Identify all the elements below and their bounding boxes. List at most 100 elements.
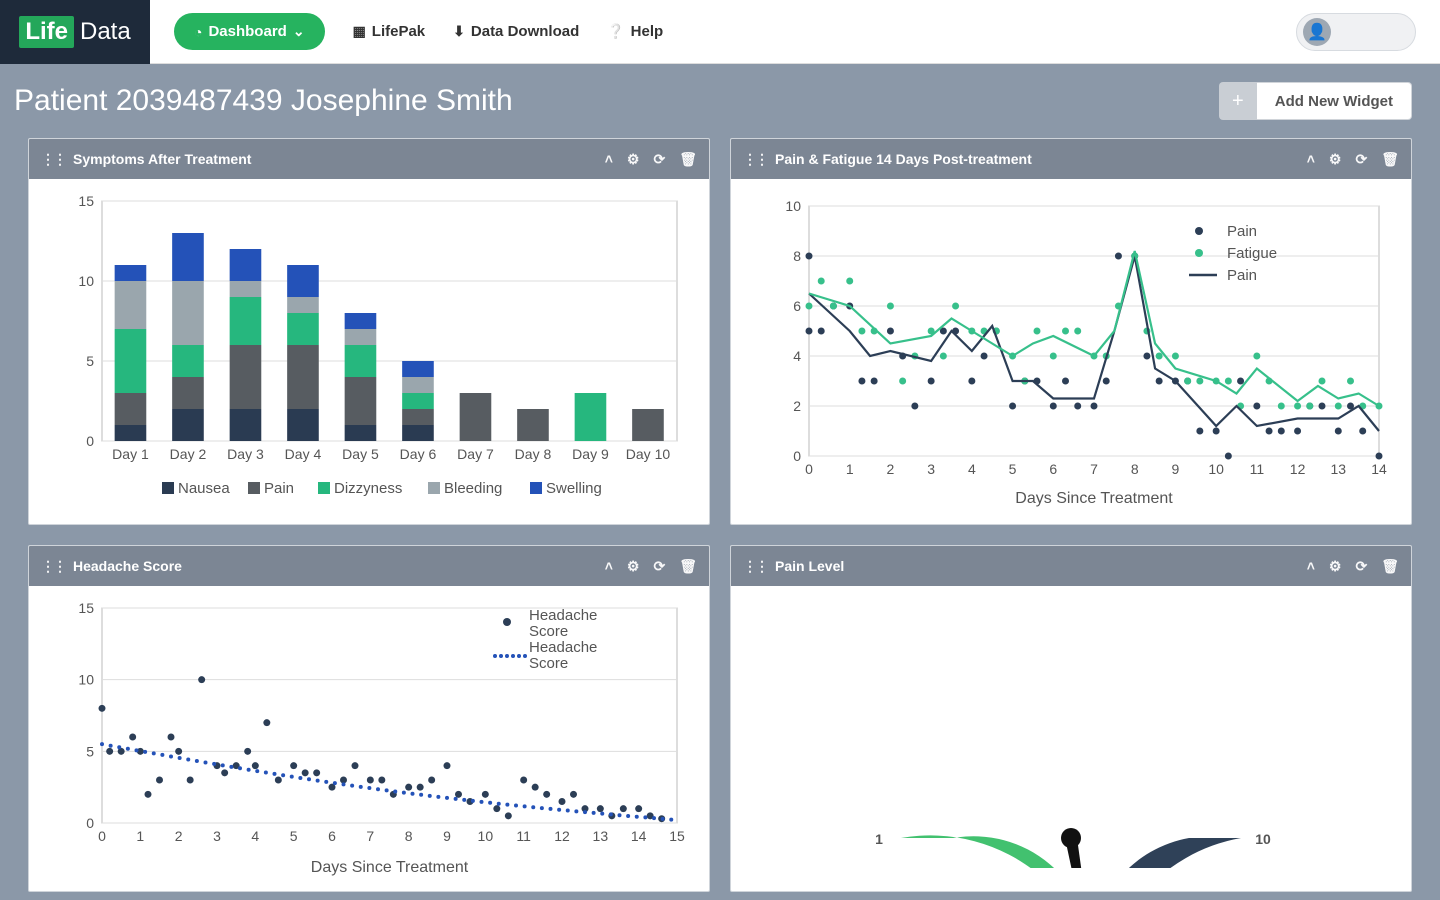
svg-text:Day 2: Day 2 [170,446,207,462]
grid-icon: ▦ [353,23,366,40]
gauge-icon: ◔ [194,24,202,40]
widget-title: Symptoms After Treatment [73,151,251,167]
svg-text:5: 5 [86,743,94,759]
svg-text:Fatigue: Fatigue [1227,245,1277,262]
svg-text:8: 8 [405,828,413,844]
pain-gauge: 12345678910 [811,598,1331,868]
nav-download[interactable]: ⬇ Data Download [453,23,579,40]
svg-text:Day 3: Day 3 [227,446,264,462]
widget-symptoms: ⋮⋮ Symptoms After Treatment ˄ ⚙ ⟳ 🗑 0510… [28,138,710,525]
widget-headache: ⋮⋮ Headache Score ˄ ⚙ ⟳ 🗑 05101501234567… [28,545,710,892]
svg-text:Headache: Headache [529,607,597,624]
svg-text:Day 4: Day 4 [285,446,322,462]
svg-text:3: 3 [927,461,935,477]
svg-text:Dizzyness: Dizzyness [334,480,402,497]
svg-text:15: 15 [78,600,94,616]
dashboard-button[interactable]: ◔ Dashboard ⌄ [174,13,325,50]
trash-icon[interactable]: 🗑 [1381,151,1399,168]
drag-handle-icon[interactable]: ⋮⋮ [743,558,767,575]
drag-handle-icon[interactable]: ⋮⋮ [743,151,767,168]
avatar-icon: 👤 [1303,18,1331,46]
refresh-icon[interactable]: ⟳ [1355,151,1367,168]
svg-text:10: 10 [78,273,94,289]
svg-text:2: 2 [887,461,895,477]
gear-icon[interactable]: ⚙ [627,558,640,575]
collapse-icon[interactable]: ˄ [1307,151,1315,167]
svg-text:0: 0 [86,433,94,449]
nav-help-label: Help [631,23,664,40]
gear-icon[interactable]: ⚙ [1329,151,1342,168]
collapse-icon[interactable]: ˄ [1307,558,1315,574]
svg-text:10: 10 [1208,461,1224,477]
page-header: Patient 2039487439 Josephine Smith + Add… [0,64,1440,138]
nav-download-label: Data Download [471,23,579,40]
nav-help[interactable]: ❔ Help [607,23,663,40]
svg-text:15: 15 [78,193,94,209]
svg-text:2: 2 [793,398,801,414]
svg-text:Pain: Pain [1227,267,1257,284]
refresh-icon[interactable]: ⟳ [653,558,665,575]
svg-text:1: 1 [136,828,144,844]
svg-text:Day 5: Day 5 [342,446,379,462]
svg-text:Pain: Pain [1227,223,1257,240]
svg-text:8: 8 [1131,461,1139,477]
svg-text:11: 11 [1250,461,1265,477]
svg-text:10: 10 [1255,831,1271,847]
svg-text:9: 9 [1172,461,1180,477]
svg-text:1: 1 [875,831,883,847]
svg-text:6: 6 [1049,461,1057,477]
page-title: Patient 2039487439 Josephine Smith [14,84,513,118]
svg-text:11: 11 [516,828,531,844]
top-nav: Life Data ◔ Dashboard ⌄ ▦ LifePak ⬇ Data… [0,0,1440,64]
widget-grid: ⋮⋮ Symptoms After Treatment ˄ ⚙ ⟳ 🗑 0510… [0,138,1440,900]
svg-text:Day 7: Day 7 [457,446,494,462]
svg-text:14: 14 [631,828,647,844]
headache-chart: 0510150123456789101112131415Days Since T… [47,598,687,878]
svg-text:3: 3 [213,828,221,844]
svg-text:9: 9 [443,828,451,844]
refresh-icon[interactable]: ⟳ [1355,558,1367,575]
svg-text:0: 0 [793,448,801,464]
svg-text:Day 10: Day 10 [626,446,671,462]
svg-text:0: 0 [98,828,106,844]
svg-text:Day 9: Day 9 [572,446,609,462]
widget-header: ⋮⋮ Pain & Fatigue 14 Days Post-treatment… [731,139,1411,179]
svg-text:5: 5 [1009,461,1017,477]
svg-text:Swelling: Swelling [546,480,602,497]
gear-icon[interactable]: ⚙ [1329,558,1342,575]
drag-handle-icon[interactable]: ⋮⋮ [41,151,65,168]
svg-text:2: 2 [175,828,183,844]
widget-body: 12345678910 [731,586,1411,876]
brand-logo: Life Data [0,0,150,64]
collapse-icon[interactable]: ˄ [605,151,613,167]
widget-body: 051015Day 1Day 2Day 3Day 4Day 5Day 6Day … [29,179,709,524]
svg-text:12: 12 [1290,461,1306,477]
download-icon: ⬇ [453,23,465,40]
svg-text:Days Since Treatment: Days Since Treatment [311,859,469,876]
widget-title: Pain Level [775,558,844,574]
widget-body: 024681001234567891011121314Days Since Tr… [731,179,1411,524]
user-menu[interactable]: 👤 [1296,13,1416,51]
svg-text:10: 10 [478,828,494,844]
trash-icon[interactable]: 🗑 [1381,558,1399,575]
svg-text:6: 6 [793,298,801,314]
drag-handle-icon[interactable]: ⋮⋮ [41,558,65,575]
widget-body: 0510150123456789101112131415Days Since T… [29,586,709,891]
trash-icon[interactable]: 🗑 [679,151,697,168]
gear-icon[interactable]: ⚙ [627,151,640,168]
pain-fatigue-chart: 024681001234567891011121314Days Since Tr… [749,191,1389,511]
add-widget-label: Add New Widget [1257,82,1412,120]
svg-text:Nausea: Nausea [178,480,230,497]
collapse-icon[interactable]: ˄ [605,558,613,574]
svg-text:15: 15 [669,828,685,844]
svg-text:0: 0 [805,461,813,477]
svg-text:Bleeding: Bleeding [444,480,502,497]
add-widget-button[interactable]: + Add New Widget [1219,82,1412,120]
symptoms-chart: 051015Day 1Day 2Day 3Day 4Day 5Day 6Day … [47,191,687,511]
widget-header: ⋮⋮ Headache Score ˄ ⚙ ⟳ 🗑 [29,546,709,586]
refresh-icon[interactable]: ⟳ [653,151,665,168]
nav-links: ◔ Dashboard ⌄ ▦ LifePak ⬇ Data Download … [150,13,1296,50]
nav-lifepak[interactable]: ▦ LifePak [353,23,426,40]
trash-icon[interactable]: 🗑 [679,558,697,575]
svg-text:Score: Score [529,655,568,672]
